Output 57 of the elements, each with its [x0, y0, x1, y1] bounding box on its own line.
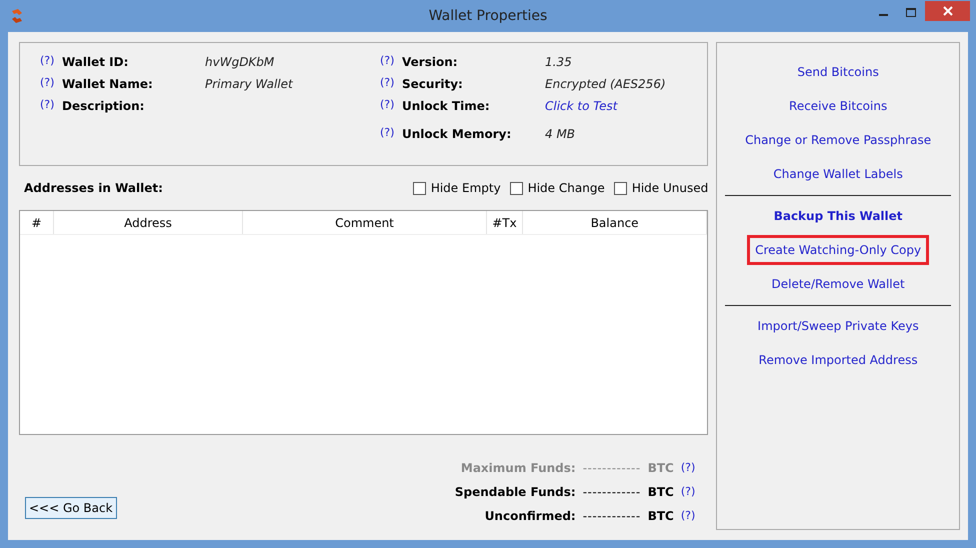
- help-link[interactable]: (?): [680, 460, 696, 476]
- funds-label: Unconfirmed:: [484, 508, 576, 525]
- action-link[interactable]: Delete/Remove Wallet: [772, 275, 905, 293]
- window-title: Wallet Properties: [428, 6, 548, 26]
- field-label: Unlock Time:: [402, 98, 491, 115]
- go-back-button[interactable]: <<< Go Back: [25, 497, 117, 519]
- field-value: Encrypted (AES256): [545, 76, 666, 93]
- help-link[interactable]: (?): [40, 75, 62, 92]
- unit-label: BTC: [648, 508, 674, 525]
- field-value: 1.35: [545, 54, 572, 71]
- column-header[interactable]: Address: [54, 211, 243, 234]
- app-logo-icon: [9, 8, 25, 24]
- action-link[interactable]: Import/Sweep Private Keys: [758, 317, 919, 335]
- field-label: Security:: [402, 76, 464, 93]
- field-value: Primary Wallet: [205, 76, 293, 93]
- help-link[interactable]: (?): [40, 97, 62, 114]
- column-header[interactable]: Balance: [523, 211, 708, 234]
- help-link[interactable]: (?): [380, 125, 402, 142]
- close-button[interactable]: [925, 1, 970, 21]
- action-link[interactable]: Receive Bitcoins: [789, 97, 888, 115]
- action-link[interactable]: Backup This Wallet: [774, 207, 903, 225]
- section-label: Addresses in Wallet:: [24, 180, 164, 197]
- test-link[interactable]: Click to Test: [545, 97, 618, 115]
- column-header[interactable]: Comment: [243, 211, 487, 234]
- action-link[interactable]: Create Watching-Only Copy: [747, 235, 930, 265]
- help-link[interactable]: (?): [380, 53, 402, 70]
- field-label: Wallet ID:: [62, 54, 130, 71]
- funds-value: ------------: [582, 484, 641, 501]
- unit-label: BTC: [648, 460, 674, 477]
- funds-value: ------------: [582, 508, 641, 525]
- column-header[interactable]: #Tx: [487, 211, 523, 234]
- help-link[interactable]: (?): [680, 508, 696, 524]
- help-link[interactable]: (?): [680, 484, 696, 500]
- unit-label: BTC: [648, 484, 674, 501]
- field-value: 4 MB: [545, 126, 576, 143]
- help-link[interactable]: (?): [380, 97, 402, 114]
- field-label: Unlock Memory:: [402, 126, 512, 143]
- action-link[interactable]: Change or Remove Passphrase: [745, 131, 932, 149]
- action-link[interactable]: Change Wallet Labels: [773, 165, 903, 183]
- funds-label: Maximum Funds:: [460, 460, 576, 477]
- maximize-icon[interactable]: [906, 8, 916, 17]
- funds-label: Spendable Funds:: [454, 484, 576, 501]
- field-label: Wallet Name:: [62, 76, 154, 93]
- close-icon: [942, 6, 952, 16]
- field-value: hvWgDKbM: [205, 54, 274, 71]
- action-link[interactable]: Send Bitcoins: [797, 63, 879, 81]
- field-label: Description:: [62, 98, 146, 115]
- field-label: Version:: [402, 54, 459, 71]
- action-link[interactable]: Remove Imported Address: [758, 351, 918, 369]
- funds-value: ------------: [582, 460, 641, 477]
- filter-checkbox[interactable]: Hide Empty: [412, 179, 501, 197]
- help-link[interactable]: (?): [40, 53, 62, 70]
- help-link[interactable]: (?): [380, 75, 402, 92]
- filter-checkbox[interactable]: Hide Change: [510, 179, 605, 197]
- filter-checkbox[interactable]: Hide Unused: [614, 179, 708, 197]
- minimize-icon[interactable]: [879, 13, 888, 16]
- column-header[interactable]: #: [20, 211, 54, 234]
